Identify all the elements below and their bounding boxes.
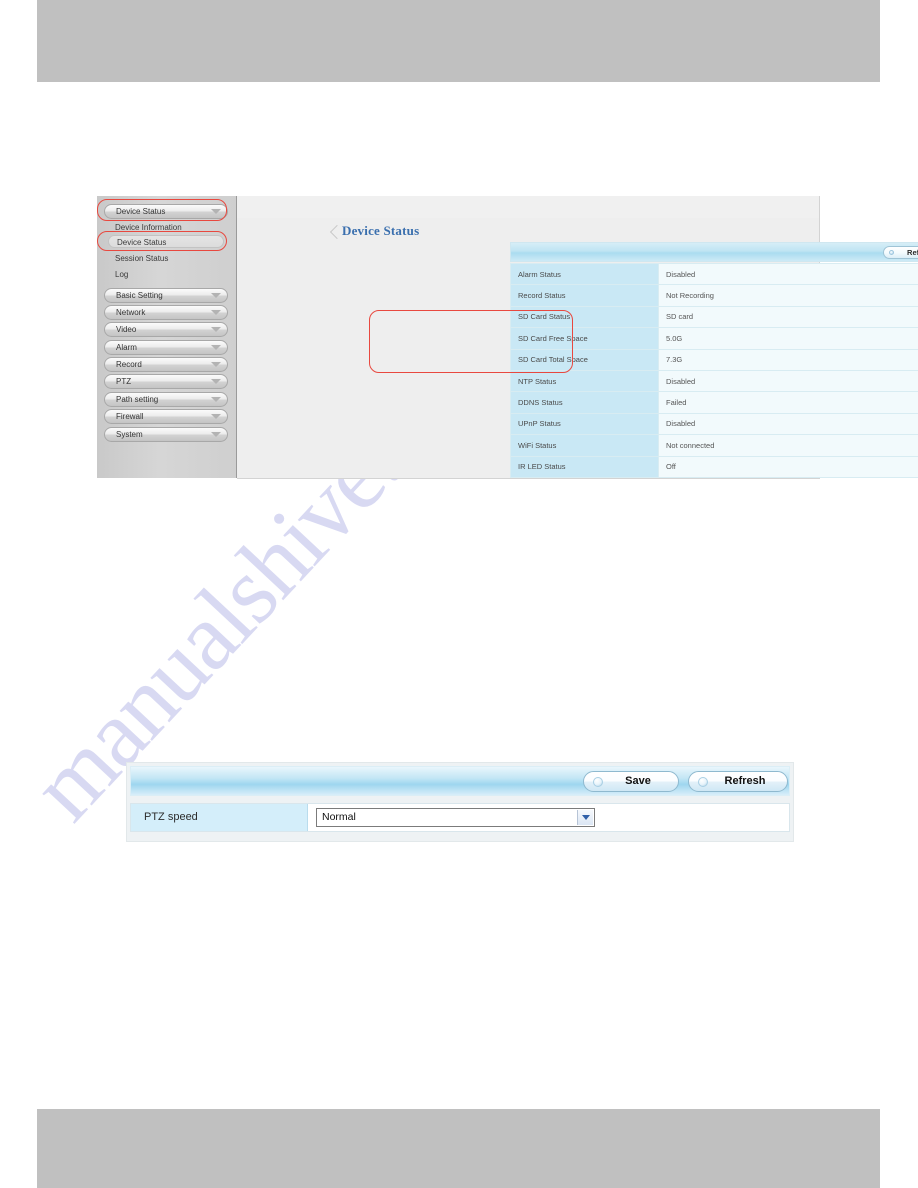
sidebar-group-system[interactable]: System	[104, 427, 228, 442]
table-cell-value: Not Recording	[658, 284, 918, 307]
chevron-down-icon	[211, 293, 221, 298]
sidebar-group-path-setting-label: Path setting	[116, 395, 159, 404]
sidebar-group-ptz[interactable]: PTZ	[104, 374, 228, 389]
table-row: IR LED Status Off	[510, 455, 918, 478]
table-cell-key: WiFi Status	[510, 434, 659, 457]
sidebar-group-record-label: Record	[116, 360, 142, 369]
watermark: manualshive.com	[10, 295, 870, 1040]
table-cell-value: Not connected	[658, 434, 918, 457]
table-cell-key: SD Card Total Space	[510, 348, 659, 371]
sidebar-group-network-label: Network	[116, 308, 146, 317]
page-header-band	[37, 0, 880, 82]
table-row: SD Card Free Space 5.0G	[510, 327, 918, 350]
refresh-circle-icon	[593, 777, 603, 787]
sidebar-item-log-label: Log	[115, 270, 129, 279]
refresh-circle-icon	[698, 777, 708, 787]
chevron-down-icon	[211, 327, 221, 332]
ptz-toolbar: Save Refresh	[130, 766, 790, 796]
sidebar-item-device-information-label: Device Information	[115, 223, 182, 232]
table-row: WiFi Status Not connected	[510, 434, 918, 457]
chevron-down-icon	[211, 414, 221, 419]
ptz-speed-label: PTZ speed	[131, 804, 308, 831]
sidebar-group-alarm-label: Alarm	[116, 343, 137, 352]
chevron-down-icon	[211, 397, 221, 402]
sidebar-item-session-status-label: Session Status	[115, 254, 169, 263]
sidebar-group-alarm[interactable]: Alarm	[104, 340, 228, 355]
sidebar-group-ptz-label: PTZ	[116, 377, 132, 386]
table-cell-key: UPnP Status	[510, 412, 659, 436]
table-cell-key: SD Card Status	[510, 305, 659, 329]
page-footer-band	[37, 1109, 880, 1188]
table-row: DDNS Status Failed	[510, 391, 918, 414]
sidebar-group-device-status[interactable]: Device Status	[104, 204, 228, 219]
save-button[interactable]: Save	[583, 771, 679, 792]
sidebar-item-session-status[interactable]: Session Status	[115, 252, 231, 265]
table-cell-key: Alarm Status	[510, 262, 659, 286]
device-status-panel: Refresh Alarm Status Disabled Record Sta…	[510, 242, 918, 478]
table-row: NTP Status Disabled	[510, 369, 918, 393]
sidebar-group-device-status-label: Device Status	[116, 207, 166, 216]
sidebar-group-path-setting[interactable]: Path setting	[104, 392, 228, 407]
table-cell-key: NTP Status	[510, 369, 659, 393]
save-button-label: Save	[625, 775, 651, 787]
sidebar-group-network[interactable]: Network	[104, 305, 228, 320]
sidebar: Device Status Device Information Device …	[97, 196, 237, 478]
refresh-button[interactable]: Refresh	[688, 771, 788, 792]
sidebar-item-device-status-label: Device Status	[117, 238, 167, 247]
chevron-down-icon[interactable]	[577, 810, 593, 825]
sidebar-group-firewall[interactable]: Firewall	[104, 409, 228, 424]
table-cell-key: SD Card Free Space	[510, 327, 659, 350]
table-cell-value: 7.3G	[658, 348, 918, 371]
table-cell-value: Disabled	[658, 369, 918, 393]
chevron-down-icon	[211, 209, 221, 214]
sidebar-group-basic-setting[interactable]: Basic Setting	[104, 288, 228, 303]
content-area: Device Status Refresh Alarm Status Disab…	[237, 196, 918, 479]
table-cell-value: Disabled	[658, 412, 918, 436]
ptz-settings-panel: Save Refresh PTZ speed Normal	[126, 762, 794, 842]
table-row: UPnP Status Disabled	[510, 412, 918, 436]
table-row: Record Status Not Recording	[510, 284, 918, 307]
chevron-down-icon	[211, 345, 221, 350]
table-cell-value: Failed	[658, 391, 918, 414]
device-status-figure: Device Status Device Information Device …	[97, 196, 918, 479]
sidebar-group-basic-setting-label: Basic Setting	[116, 291, 163, 300]
sidebar-group-firewall-label: Firewall	[116, 412, 144, 421]
chevron-down-icon	[211, 310, 221, 315]
table-cell-value: Off	[658, 455, 918, 478]
refresh-button-label: Refresh	[724, 775, 766, 787]
sidebar-item-device-information[interactable]: Device Information	[115, 221, 231, 234]
device-status-table: Alarm Status Disabled Record Status Not …	[510, 262, 918, 478]
sidebar-group-video-label: Video	[116, 325, 137, 334]
sidebar-group-system-label: System	[116, 430, 143, 439]
page-title: Device Status	[342, 223, 420, 238]
refresh-icon	[889, 250, 894, 255]
chevron-down-icon	[211, 379, 221, 384]
table-row: SD Card Total Space 7.3G	[510, 348, 918, 371]
sidebar-item-device-status[interactable]: Device Status	[108, 235, 224, 248]
table-cell-value: 5.0G	[658, 327, 918, 350]
table-row: Alarm Status Disabled	[510, 262, 918, 286]
ptz-speed-row: PTZ speed Normal	[130, 803, 790, 832]
sidebar-group-video[interactable]: Video	[104, 322, 228, 337]
table-cell-key: DDNS Status	[510, 391, 659, 414]
status-toolbar: Refresh	[510, 242, 918, 262]
table-cell-value: SD card	[658, 305, 918, 329]
status-refresh-button[interactable]: Refresh	[883, 246, 918, 259]
status-refresh-label: Refresh	[907, 248, 918, 257]
sidebar-item-log[interactable]: Log	[115, 268, 231, 281]
ptz-speed-selected-value: Normal	[322, 811, 356, 823]
ptz-speed-select[interactable]: Normal	[316, 808, 595, 827]
table-cell-value: Disabled	[658, 262, 918, 286]
sidebar-group-record[interactable]: Record	[104, 357, 228, 372]
table-cell-key: IR LED Status	[510, 455, 659, 478]
table-row: SD Card Status SD card	[510, 305, 918, 329]
chevron-down-icon	[211, 362, 221, 367]
chevron-down-icon	[211, 432, 221, 437]
table-cell-key: Record Status	[510, 284, 659, 307]
